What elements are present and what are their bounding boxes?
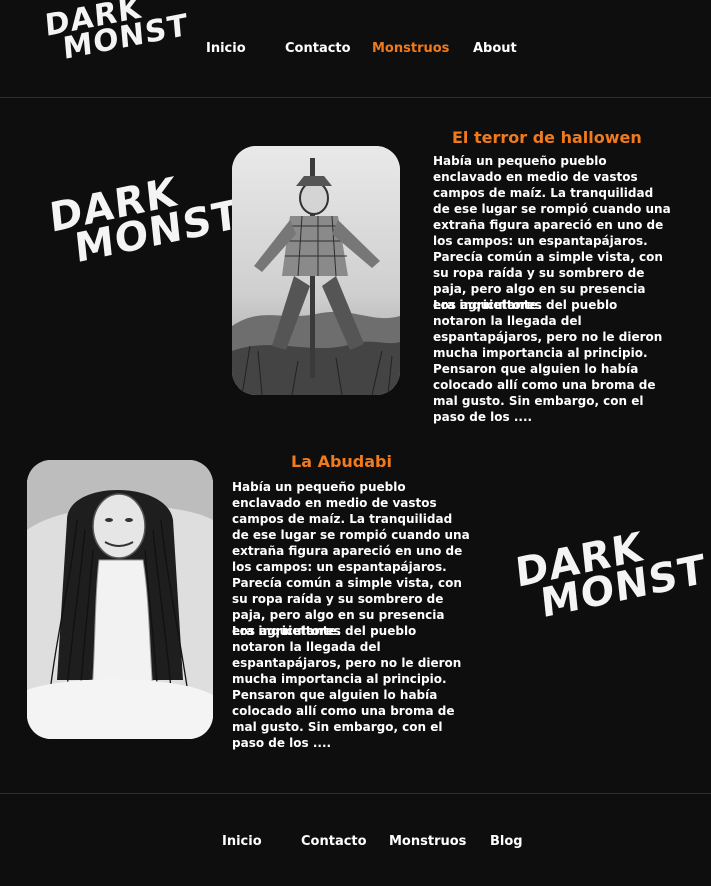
section-paragraph-1: Había un pequeño pueblo enclavado en med… xyxy=(232,480,470,638)
site-header: DARK MONST Inicio Contacto Monstruos Abo… xyxy=(0,0,711,98)
main-nav: Inicio Contacto Monstruos About xyxy=(0,41,711,59)
section-title: El terror de hallowen xyxy=(452,128,642,147)
footer-item-blog[interactable]: Blog xyxy=(490,834,523,849)
nav-item-monstruos[interactable]: Monstruos xyxy=(372,41,449,56)
section-paragraph-1: Había un pequeño pueblo enclavado en med… xyxy=(433,154,671,312)
site-footer: Inicio Contacto Monstruos Blog xyxy=(0,793,711,886)
nav-item-inicio[interactable]: Inicio xyxy=(206,41,246,56)
section-paragraph-2: Los agricultores del pueblo notaron la l… xyxy=(232,624,462,750)
long-haired-ghost-illustration-icon xyxy=(27,460,213,739)
nav-item-about[interactable]: About xyxy=(473,41,517,56)
footer-item-monstruos[interactable]: Monstruos xyxy=(389,834,466,849)
brand-logo-side: DARK MONST xyxy=(47,162,242,273)
footer-item-inicio[interactable]: Inicio xyxy=(222,834,262,849)
nav-item-contacto[interactable]: Contacto xyxy=(285,41,351,56)
page: DARK MONST Inicio Contacto Monstruos Abo… xyxy=(0,0,711,886)
footer-item-contacto[interactable]: Contacto xyxy=(301,834,367,849)
section-paragraph-2: Los agricultores del pueblo notaron la l… xyxy=(433,298,663,424)
scarecrow-illustration-icon xyxy=(232,146,400,395)
scarecrow-image xyxy=(232,146,400,395)
section-title: La Abudabi xyxy=(291,452,392,471)
ghost-image xyxy=(27,460,213,739)
brand-logo-side: DARK MONST xyxy=(513,517,708,628)
